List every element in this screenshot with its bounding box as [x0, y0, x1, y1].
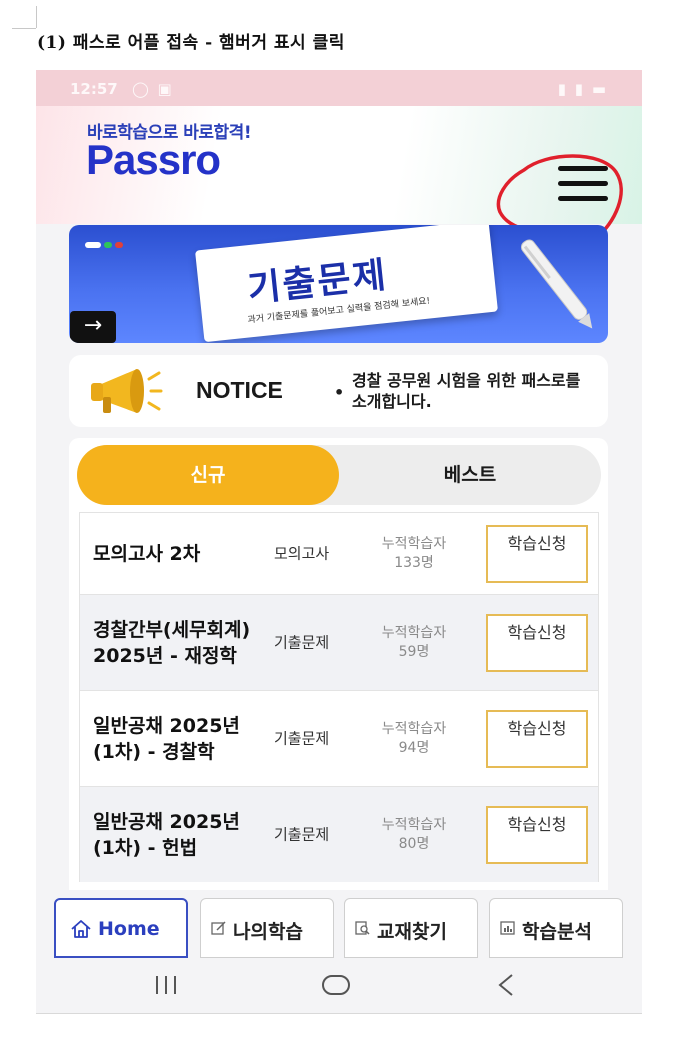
enroll-button[interactable]: 학습신청: [486, 805, 588, 864]
app-logo[interactable]: Passro: [86, 136, 221, 184]
tab-new[interactable]: 신규: [77, 445, 339, 505]
hamburger-menu-icon[interactable]: [556, 166, 610, 206]
course-list-card: 신규 베스트 모의고사 2차 모의고사 누적학습자 133명 학습신청 경찰간부…: [69, 438, 608, 908]
course-name: 모의고사 2차: [93, 542, 201, 565]
system-navigation-bar: [36, 958, 642, 1013]
document-step-title: (1) 패스로 어플 접속 - 햄버거 표시 클릭: [37, 33, 345, 53]
recents-icon[interactable]: [151, 972, 181, 998]
course-learner-count: 누적학습자 133명: [381, 535, 447, 571]
nav-my-study[interactable]: 나의학습: [200, 898, 334, 958]
course-type: 기출문제: [274, 633, 330, 651]
table-row: 일반공채 2025년(1차) - 경찰학 기출문제 누적학습자 94명 학습신청: [80, 690, 598, 786]
nav-analysis-label: 학습분석: [522, 921, 592, 943]
search-book-icon: [355, 921, 370, 935]
pen-icon: [520, 239, 593, 329]
nav-analysis[interactable]: 학습분석: [489, 898, 623, 958]
course-type: 기출문제: [274, 825, 330, 843]
document-corner-mark: [12, 28, 36, 29]
bottom-navigation: Home 나의학습 교재찾기 학습분석: [36, 890, 642, 958]
course-name: 일반공채 2025년(1차) - 헌법: [93, 810, 240, 859]
megaphone-icon: [91, 369, 163, 413]
status-right-icons: ▮ ▮ ▬: [557, 80, 608, 98]
status-left-icons: ◯ ▣: [132, 80, 174, 98]
course-table: 모의고사 2차 모의고사 누적학습자 133명 학습신청 경찰간부(세무회계) …: [79, 512, 599, 882]
back-icon[interactable]: [496, 972, 516, 998]
table-row: 일반공채 2025년(1차) - 헌법 기출문제 누적학습자 80명 학습신청: [80, 786, 598, 882]
course-learner-count: 누적학습자 59명: [381, 624, 447, 660]
app-header: 바로학습으로 바로합격! Passro: [36, 106, 642, 256]
status-bar: 12:57 ◯ ▣ ▮ ▮ ▬: [36, 70, 642, 108]
banner-next-arrow[interactable]: →: [70, 311, 116, 343]
course-type: 기출문제: [274, 729, 330, 747]
tab-best[interactable]: 베스트: [339, 445, 601, 505]
table-row: 경찰간부(세무회계) 2025년 - 재정학 기출문제 누적학습자 59명 학습…: [80, 594, 598, 690]
status-time: 12:57: [70, 80, 118, 98]
nav-find-books[interactable]: 교재찾기: [344, 898, 478, 958]
course-tabs: 신규 베스트: [77, 445, 601, 505]
nav-find-books-label: 교재찾기: [377, 921, 447, 943]
table-row: 모의고사 2차 모의고사 누적학습자 133명 학습신청: [80, 512, 598, 594]
phone-screenshot: 12:57 ◯ ▣ ▮ ▮ ▬ 바로학습으로 바로합격! Passro 기출문제…: [36, 70, 642, 1014]
home-icon: [71, 920, 91, 938]
course-learner-count: 누적학습자 94명: [381, 720, 447, 756]
course-name: 일반공채 2025년(1차) - 경찰학: [93, 714, 240, 763]
notice-bullet: •: [334, 383, 345, 402]
course-learner-count: 누적학습자 80명: [381, 816, 447, 852]
home-circle-icon[interactable]: [321, 972, 351, 998]
promo-banner[interactable]: 기출문제 과거 기출문제를 풀어보고 실력을 점검해 보세요! →: [69, 225, 608, 343]
course-type: 모의고사: [274, 544, 330, 562]
notice-text: 경찰 공무원 시험을 위한 패스로를 소개합니다.: [352, 371, 581, 411]
notice-bar[interactable]: NOTICE • 경찰 공무원 시험을 위한 패스로를 소개합니다.: [69, 355, 608, 427]
nav-home[interactable]: Home: [54, 898, 188, 958]
nav-my-study-label: 나의학습: [233, 921, 303, 943]
enroll-button[interactable]: 학습신청: [486, 524, 588, 583]
notice-label: NOTICE: [196, 377, 283, 403]
bar-chart-icon: [500, 921, 515, 935]
carousel-indicator: [85, 233, 126, 252]
notebook-pencil-icon: [211, 921, 226, 935]
course-name: 경찰간부(세무회계) 2025년 - 재정학: [93, 618, 251, 667]
enroll-button[interactable]: 학습신청: [486, 709, 588, 768]
document-corner-mark: [36, 6, 37, 28]
enroll-button[interactable]: 학습신청: [486, 613, 588, 672]
nav-home-label: Home: [98, 918, 160, 940]
